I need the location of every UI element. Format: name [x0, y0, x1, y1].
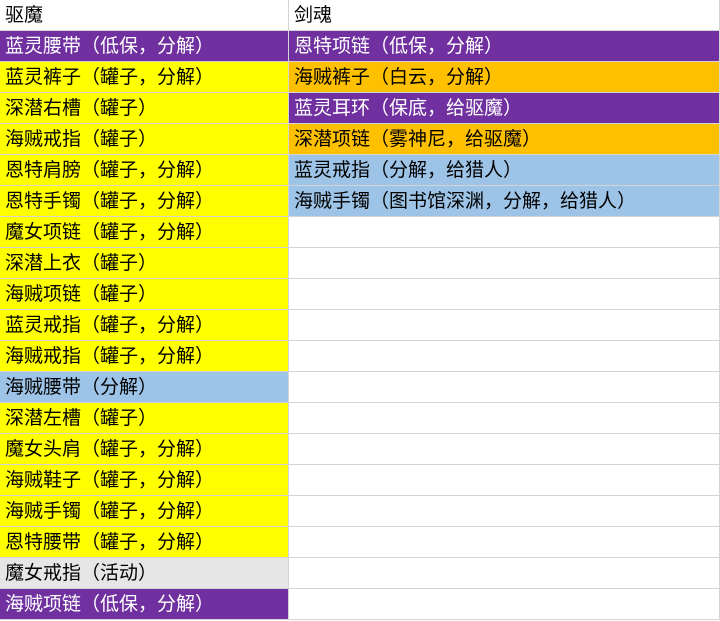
- table-cell[interactable]: 魔女项链（罐子，分解）: [0, 217, 289, 248]
- table-cell[interactable]: [289, 403, 720, 434]
- table-cell[interactable]: 恩特项链（低保，分解）: [289, 31, 720, 62]
- table-cell[interactable]: 魔女头肩（罐子，分解）: [0, 434, 289, 465]
- table-cell[interactable]: [289, 279, 720, 310]
- table-cell[interactable]: 海贼项链（罐子）: [0, 279, 289, 310]
- table-cell[interactable]: 海贼手镯（图书馆深渊，分解，给猎人）: [289, 186, 720, 217]
- table-cell[interactable]: 恩特肩膀（罐子，分解）: [0, 155, 289, 186]
- spreadsheet: 驱魔 剑魂 蓝灵腰带（低保，分解） 恩特项链（低保，分解） 蓝灵裤子（罐子，分解）海…: [0, 0, 720, 621]
- table-cell[interactable]: 恩特手镯（罐子，分解）: [0, 186, 289, 217]
- table-cell[interactable]: 蓝灵戒指（罐子，分解）: [0, 310, 289, 341]
- table-cell[interactable]: [289, 496, 720, 527]
- table-cell[interactable]: 魔女戒指（活动）: [0, 558, 289, 589]
- table-cell[interactable]: 海贼裤子（白云，分解）: [289, 62, 720, 93]
- cell-grid: 驱魔 剑魂 蓝灵腰带（低保，分解） 恩特项链（低保，分解） 蓝灵裤子（罐子，分解）海…: [0, 0, 720, 620]
- table-cell[interactable]: [289, 527, 720, 558]
- table-cell[interactable]: [289, 558, 720, 589]
- table-cell[interactable]: 蓝灵腰带（低保，分解）: [0, 31, 289, 62]
- table-cell[interactable]: 蓝灵耳环（保底，给驱魔）: [289, 93, 720, 124]
- column-header-exorcist[interactable]: 驱魔: [0, 0, 289, 31]
- table-cell[interactable]: 深潜右槽（罐子）: [0, 93, 289, 124]
- table-cell[interactable]: [289, 217, 720, 248]
- table-cell[interactable]: 海贼腰带（分解）: [0, 372, 289, 403]
- table-cell[interactable]: 蓝灵裤子（罐子，分解）: [0, 62, 289, 93]
- table-cell[interactable]: 海贼鞋子（罐子，分解）: [0, 465, 289, 496]
- table-cell[interactable]: 海贼戒指（罐子，分解）: [0, 341, 289, 372]
- table-cell[interactable]: 深潜上衣（罐子）: [0, 248, 289, 279]
- table-cell[interactable]: [289, 589, 720, 620]
- column-header-sword-soul[interactable]: 剑魂: [289, 0, 720, 31]
- table-cell[interactable]: 蓝灵戒指（分解，给猎人）: [289, 155, 720, 186]
- table-cell[interactable]: [289, 248, 720, 279]
- table-cell[interactable]: [289, 465, 720, 496]
- table-cell[interactable]: [289, 310, 720, 341]
- table-cell[interactable]: 深潜左槽（罐子）: [0, 403, 289, 434]
- table-cell[interactable]: 恩特腰带（罐子，分解）: [0, 527, 289, 558]
- table-cell[interactable]: 深潜项链（雾神尼，给驱魔）: [289, 124, 720, 155]
- table-cell[interactable]: [289, 341, 720, 372]
- table-cell[interactable]: [289, 372, 720, 403]
- table-cell[interactable]: 海贼手镯（罐子，分解）: [0, 496, 289, 527]
- table-cell[interactable]: [289, 434, 720, 465]
- table-cell[interactable]: 海贼戒指（罐子）: [0, 124, 289, 155]
- table-cell[interactable]: 海贼项链（低保，分解）: [0, 589, 289, 620]
